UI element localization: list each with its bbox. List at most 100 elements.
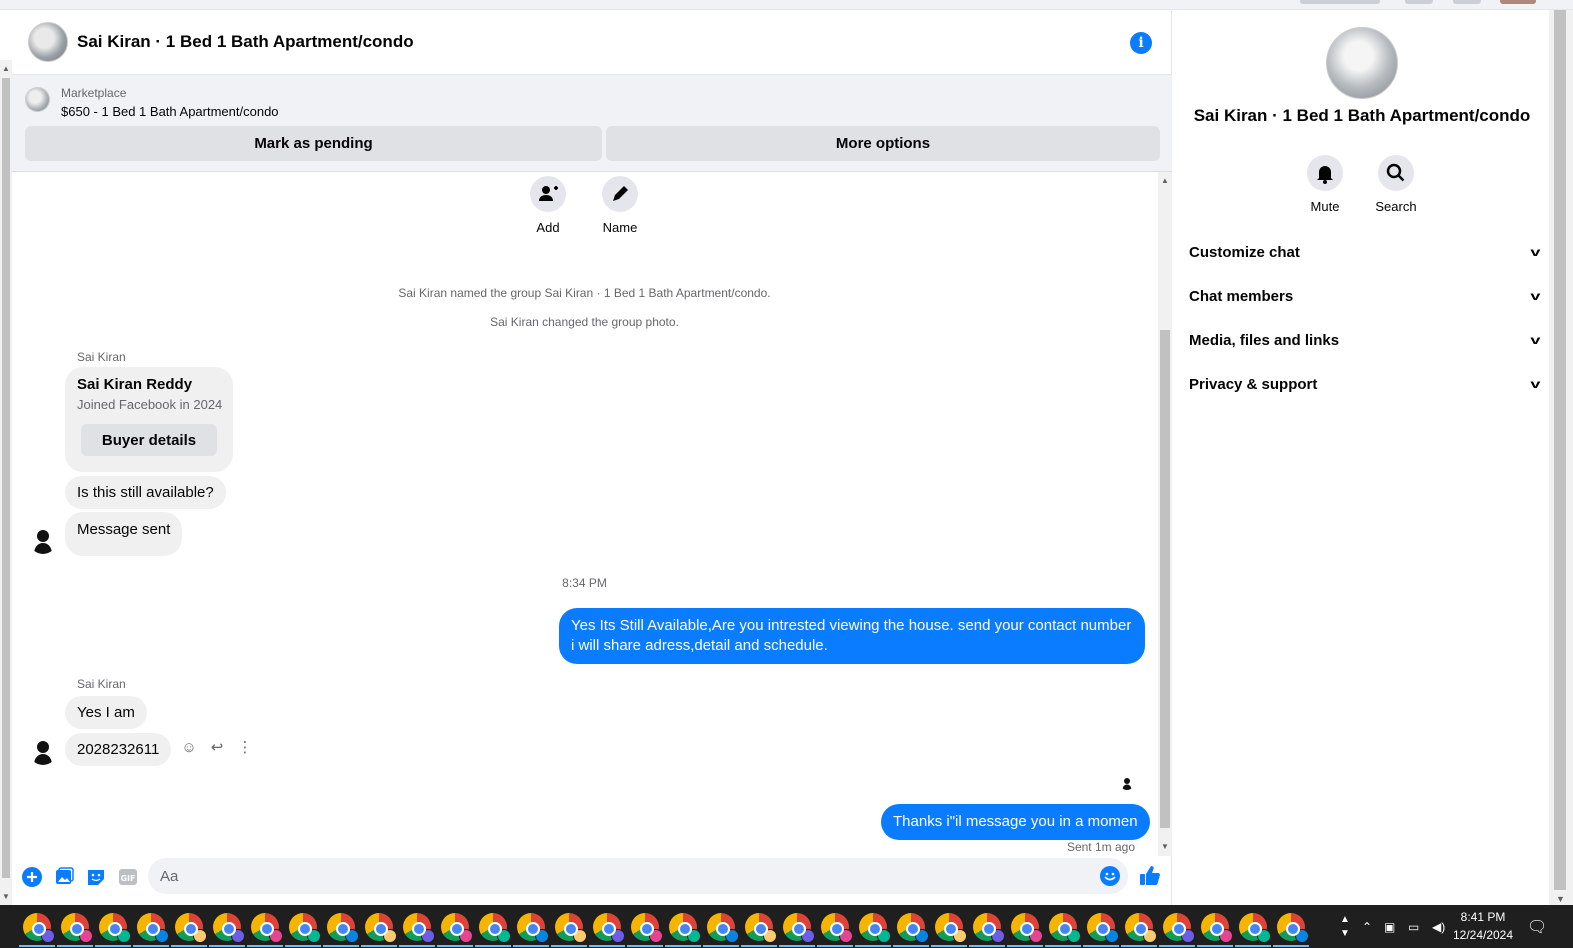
browser-icon[interactable] <box>517 913 549 943</box>
message-bubble[interactable]: 2028232611 <box>65 733 172 766</box>
name-action[interactable]: Name <box>585 176 655 235</box>
volume-icon[interactable]: ◀) <box>1432 905 1445 948</box>
browser-icon[interactable] <box>1201 913 1233 943</box>
browser-icon[interactable] <box>61 913 93 943</box>
scroll-up-arrow[interactable]: ▲ <box>1161 176 1169 185</box>
running-indicator <box>627 945 663 947</box>
search-label: Search <box>1375 199 1417 214</box>
browser-icon[interactable] <box>745 913 777 943</box>
message-bubble[interactable]: Yes I am <box>65 696 147 729</box>
scroll-thumb[interactable] <box>1554 10 1566 890</box>
scroll-down-arrow[interactable]: ▼ <box>1161 842 1169 851</box>
browser-icon[interactable] <box>555 913 587 943</box>
browser-icon[interactable] <box>403 913 435 943</box>
customize-chat-section[interactable]: Customize chat v <box>1189 237 1541 267</box>
meet-now-icon[interactable]: ▣ <box>1384 905 1395 948</box>
chat-title[interactable]: Sai Kiran · 1 Bed 1 Bath Apartment/condo <box>77 32 414 52</box>
browser-icon[interactable] <box>1087 913 1119 943</box>
browser-icon[interactable] <box>1277 913 1309 943</box>
browser-icon[interactable] <box>327 913 359 943</box>
listing-thumbnail[interactable] <box>25 87 50 112</box>
browser-icon[interactable] <box>23 913 55 943</box>
sender-avatar[interactable] <box>29 737 57 765</box>
more-options-button[interactable]: More options <box>606 126 1160 161</box>
top-strip-element <box>1300 0 1380 4</box>
info-icon[interactable]: i <box>1130 32 1152 54</box>
network-icon[interactable]: ▭ <box>1408 905 1419 948</box>
media-files-links-section[interactable]: Media, files and links v <box>1189 325 1541 355</box>
search-action[interactable]: Search <box>1366 155 1426 214</box>
browser-icon[interactable] <box>935 913 967 943</box>
scroll-thumb[interactable] <box>1160 330 1170 828</box>
gif-icon[interactable]: GIF <box>117 866 139 888</box>
browser-icon[interactable] <box>175 913 207 943</box>
browser-icon[interactable] <box>859 913 891 943</box>
scroll-up-arrow[interactable]: ▲ <box>2 64 10 73</box>
group-avatar-large[interactable] <box>1326 27 1398 99</box>
browser-icon[interactable] <box>99 913 131 943</box>
react-emoji-icon[interactable]: ☺ <box>180 738 198 756</box>
browser-icon[interactable] <box>631 913 663 943</box>
search-icon[interactable] <box>1378 155 1414 191</box>
browser-icon[interactable] <box>213 913 245 943</box>
message-input[interactable] <box>148 858 1128 894</box>
details-scrollbar[interactable]: ▼ <box>1549 10 1573 905</box>
top-strip-avatar[interactable] <box>1500 0 1536 4</box>
group-avatar[interactable] <box>28 22 68 62</box>
mute-action[interactable]: Mute <box>1295 155 1355 214</box>
emoji-icon[interactable] <box>1099 865 1121 887</box>
browser-icon[interactable] <box>821 913 853 943</box>
running-indicator <box>1159 945 1195 947</box>
buyer-details-button[interactable]: Buyer details <box>81 424 217 456</box>
reply-icon[interactable]: ↩ <box>208 738 226 756</box>
browser-icon[interactable] <box>441 913 473 943</box>
message-bubble[interactable]: Is this still available? <box>65 476 226 509</box>
photo-icon[interactable] <box>53 866 75 888</box>
scroll-down-arrow[interactable]: ▼ <box>2 892 10 901</box>
bell-icon[interactable] <box>1307 155 1343 191</box>
browser-icon[interactable] <box>783 913 815 943</box>
show-hidden-icons[interactable]: ⌃ <box>1362 905 1372 948</box>
more-icon[interactable]: ⋮ <box>236 738 254 756</box>
scroll-down-arrow[interactable]: ▼ <box>1556 894 1565 904</box>
taskbar-clock[interactable]: 8:41 PM 12/24/2024 <box>1448 908 1518 944</box>
browser-icon[interactable] <box>1049 913 1081 943</box>
scroll-thumb[interactable] <box>2 78 10 878</box>
add-action[interactable]: Add <box>513 176 583 235</box>
browser-icon[interactable] <box>669 913 701 943</box>
buyer-name[interactable]: Sai Kiran Reddy <box>77 376 192 393</box>
notification-icon[interactable]: 🗨 <box>1527 905 1547 948</box>
my-message-bubble[interactable]: Yes Its Still Available,Are you intreste… <box>559 608 1145 664</box>
sender-avatar[interactable] <box>29 526 57 554</box>
browser-icon[interactable] <box>365 913 397 943</box>
privacy-support-section[interactable]: Privacy & support v <box>1189 369 1541 399</box>
listing-title[interactable]: $650 - 1 Bed 1 Bath Apartment/condo <box>61 104 279 119</box>
marketplace-label: Marketplace <box>61 86 127 100</box>
plus-icon[interactable] <box>21 866 43 888</box>
messages-scrollbar[interactable]: ▲ ▼ <box>1158 172 1172 856</box>
chat-members-section[interactable]: Chat members v <box>1189 281 1541 311</box>
browser-icon[interactable] <box>289 913 321 943</box>
like-icon[interactable] <box>1138 864 1162 888</box>
browser-icon[interactable] <box>479 913 511 943</box>
browser-icon[interactable] <box>973 913 1005 943</box>
pencil-icon[interactable] <box>602 176 638 212</box>
browser-icon[interactable] <box>1163 913 1195 943</box>
clock-date: 12/24/2024 <box>1452 928 1514 942</box>
browser-icon[interactable] <box>593 913 625 943</box>
mark-as-pending-button[interactable]: Mark as pending <box>25 126 602 161</box>
running-indicator <box>361 945 397 947</box>
add-person-icon[interactable] <box>530 176 566 212</box>
browser-icon[interactable] <box>1125 913 1157 943</box>
browser-icon[interactable] <box>1011 913 1043 943</box>
message-bubble[interactable]: Message sent <box>65 512 183 556</box>
tray-scroll-arrows[interactable]: ▲ ▼ <box>1340 905 1350 948</box>
browser-icon[interactable] <box>707 913 739 943</box>
page-scrollbar[interactable]: ▲ ▼ <box>0 60 12 905</box>
browser-icon[interactable] <box>897 913 929 943</box>
browser-icon[interactable] <box>251 913 283 943</box>
browser-icon[interactable] <box>137 913 169 943</box>
browser-icon[interactable] <box>1239 913 1271 943</box>
sticker-icon[interactable] <box>85 866 107 888</box>
my-message-bubble[interactable]: Thanks i"il message you in a momen <box>881 804 1150 840</box>
